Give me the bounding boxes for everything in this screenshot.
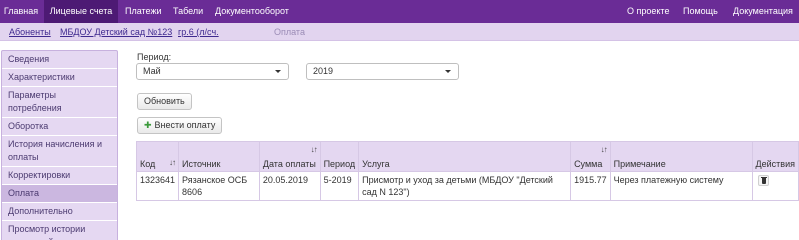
column-date[interactable]: Дата оплаты ↓↑ [258, 141, 321, 172]
column-actions: Действия [751, 141, 799, 172]
sidebar-item-consumption[interactable]: Параметры потребления [2, 87, 117, 118]
sidebar-item-info[interactable]: Сведения [2, 51, 117, 69]
column-source: Источник [178, 141, 260, 172]
sidebar-item-change-log[interactable]: Просмотр истории изменений [2, 221, 117, 240]
nav-timesheets[interactable]: Табели [173, 0, 203, 23]
breadcrumb-current: Оплата [274, 27, 305, 37]
column-code[interactable]: Код ↓↑ [135, 141, 180, 172]
payments-table: Код ↓↑ Источник Дата оплаты ↓↑ Период Услу… [135, 141, 799, 201]
year-select-value: 2019 [313, 66, 334, 76]
sidebar-item-payment[interactable]: Оплата [2, 185, 117, 203]
year-select[interactable]: 2019 [306, 63, 459, 80]
table-header-row: Код ↓↑ Источник Дата оплаты ↓↑ Период Услу… [135, 141, 799, 172]
sort-icon[interactable]: ↓↑ [169, 158, 176, 167]
column-period: Период [319, 141, 360, 172]
chevron-down-icon [445, 70, 451, 73]
nav-help[interactable]: Помощь [683, 0, 718, 23]
sidebar-item-turnover[interactable]: Оборотка [2, 118, 117, 136]
sidebar-item-history[interactable]: История начисления и оплаты [2, 136, 117, 167]
sort-icon[interactable]: ↓↑ [601, 145, 608, 154]
sidebar-item-characteristics[interactable]: Характеристики [2, 69, 117, 87]
column-amount-label: Сумма [574, 159, 603, 169]
sidebar-menu: Сведения Характеристики Параметры потреб… [1, 50, 118, 240]
column-note: Примечание [609, 141, 753, 172]
column-code-label: Код [140, 159, 156, 169]
chevron-down-icon [275, 70, 281, 73]
cell-actions [751, 171, 799, 201]
column-amount[interactable]: Сумма ↓↑ [570, 141, 611, 172]
nav-payments[interactable]: Платежи [125, 0, 162, 23]
cell-note: Через платежную систему [609, 171, 753, 201]
nav-documents[interactable]: Документооборот [215, 0, 289, 23]
cell-service: Присмотр и уход за детьми (МБДОУ "Детски… [358, 171, 572, 201]
column-date-label: Дата оплаты [262, 159, 316, 169]
cell-source: Рязанское ОСБ 8606 [178, 171, 260, 201]
nav-accounts[interactable]: Лицевые счета [44, 0, 118, 23]
breadcrumb: Абоненты МБДОУ Детский сад №123 гр.6 (л/… [0, 23, 799, 41]
table-row: 1323641 Рязанское ОСБ 8606 20.05.2019 5-… [135, 171, 799, 201]
nav-home[interactable]: Главная [0, 0, 42, 23]
trash-icon[interactable] [757, 175, 769, 186]
sidebar-item-corrections[interactable]: Корректировки [2, 167, 117, 185]
sort-icon[interactable]: ↓↑ [311, 145, 318, 154]
breadcrumb-group[interactable]: гр.6 (л/сч. [178, 23, 219, 41]
period-label: Период: [137, 52, 172, 62]
top-navigation: Главная Лицевые счета Платежи Табели Док… [0, 0, 799, 23]
nav-documentation[interactable]: Документация [733, 0, 793, 23]
breadcrumb-subscribers[interactable]: Абоненты [9, 23, 51, 41]
sidebar-item-additional[interactable]: Дополнительно [2, 203, 117, 221]
cell-period: 5-2019 [319, 171, 360, 201]
plus-icon: ✚ [144, 120, 152, 130]
nav-about[interactable]: О проекте [627, 0, 669, 23]
refresh-button[interactable]: Обновить [137, 93, 192, 110]
cell-code: 1323641 [135, 171, 180, 201]
cell-amount: 1915.77 [570, 171, 611, 201]
month-select[interactable]: Май [136, 63, 289, 80]
add-payment-button[interactable]: ✚ Внести оплату [137, 117, 223, 134]
add-payment-label: Внести оплату [154, 120, 216, 130]
cell-date: 20.05.2019 [258, 171, 321, 201]
breadcrumb-organization[interactable]: МБДОУ Детский сад №123 [60, 23, 172, 41]
month-select-value: Май [143, 66, 161, 76]
column-service: Услуга [358, 141, 572, 172]
